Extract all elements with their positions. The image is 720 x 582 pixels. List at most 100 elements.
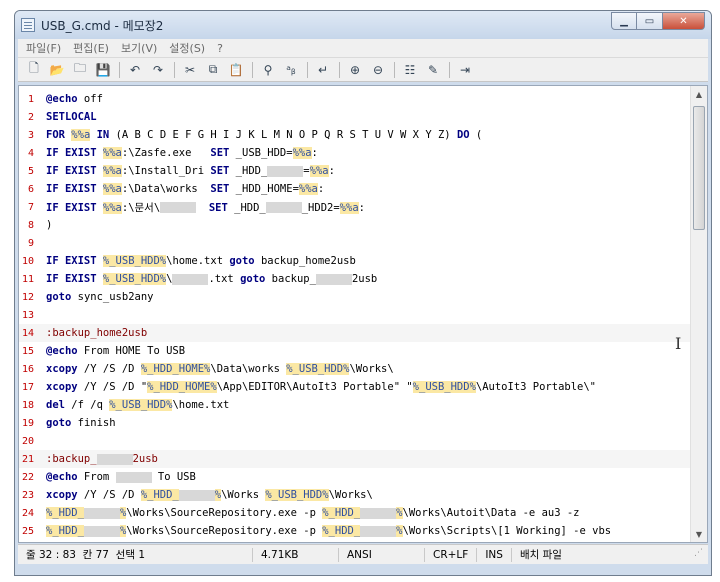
redacted-text <box>360 525 397 537</box>
variable-token: %%a <box>298 183 318 195</box>
redacted-text <box>83 525 120 537</box>
notepad-app-icon <box>21 18 35 32</box>
variable-token: %%a <box>102 147 122 159</box>
code-line[interactable]: 6 IF EXIST %%a:\Data\works SET _HDD_HOME=… <box>19 180 691 198</box>
open-folder-icon[interactable]: 📂 <box>47 61 67 79</box>
menu-file[interactable]: 파일(F) <box>26 40 61 56</box>
line-number: 3 <box>27 129 34 141</box>
redacted-text <box>267 165 304 177</box>
find-icon[interactable]: ⚲ <box>258 61 278 79</box>
code-line[interactable]: 19 goto finish <box>19 414 691 432</box>
new-file-icon[interactable]: 🗋 <box>24 61 44 79</box>
text-token: :\Zasfe.exe <box>121 147 211 159</box>
line-text: goto sync_usb2any <box>46 291 153 303</box>
code-line[interactable]: 25 %_HDD_ %\Works\SourceRepository.exe -p … <box>19 522 691 540</box>
text-token: \home.txt <box>172 399 230 411</box>
line-ending[interactable]: CR+LF <box>425 547 478 562</box>
scroll-up-icon[interactable]: ▲ <box>691 86 707 103</box>
line-number: 20 <box>21 435 34 447</box>
scroll-down-icon[interactable]: ▼ <box>691 526 707 542</box>
line-number: 18 <box>21 399 34 411</box>
text-token: \Works\SourceRepository.exe -p <box>126 507 323 519</box>
exit-icon[interactable]: ⇥ <box>455 61 475 79</box>
word-wrap-icon[interactable]: ↵ <box>313 61 333 79</box>
vertical-scrollbar[interactable]: ▲ ▼ <box>690 86 707 542</box>
file-type[interactable]: 배치 파일 <box>512 548 570 562</box>
variable-token: %_HDD_HOME% <box>147 381 217 393</box>
code-line[interactable]: 10 IF EXIST %_USB_HDD%\home.txt goto back… <box>19 252 691 270</box>
replace-icon[interactable]: ᵃᵦ <box>281 61 301 79</box>
variable-token: %_USB_HDD% <box>412 381 476 393</box>
resize-grip-icon[interactable]: ⋰ <box>694 548 708 562</box>
redo-icon[interactable]: ↷ <box>148 61 168 79</box>
encoding[interactable]: ANSI <box>339 547 425 562</box>
zoom-in-icon[interactable]: ⊕ <box>345 61 365 79</box>
redacted-text <box>115 471 152 483</box>
code-line[interactable]: 22 @echo From To USB <box>19 468 691 486</box>
variable-token: %_HDD_ <box>140 489 179 501</box>
variable-token: %_HDD_ <box>46 525 84 537</box>
code-line[interactable]: 7 IF EXIST %%a:\문서\ SET _HDD_ _HDD2=%%a: <box>19 198 691 216</box>
line-text: IF EXIST %%a:\Install_Dri SET _HDD_ =%%a: <box>46 165 335 177</box>
minimize-button[interactable]: ▁ <box>611 12 637 30</box>
line-text: ) <box>46 219 52 231</box>
text-token: ( <box>469 129 483 141</box>
text-token: = <box>303 165 310 177</box>
line-text: IF EXIST %_USB_HDD%\ .txt goto backup_ 2us… <box>46 273 377 285</box>
copy-icon[interactable]: ⧉ <box>203 61 223 79</box>
text-editor[interactable]: 1 @echo off 2 SETLOCAL 3 FOR %%a IN (A B C D … <box>18 85 708 543</box>
code-line[interactable]: 12 goto sync_usb2any <box>19 288 691 306</box>
text-token: :\Install_Dri <box>121 165 211 177</box>
code-line[interactable]: 5 IF EXIST %%a:\Install_Dri SET _HDD_ =%%a… <box>19 162 691 180</box>
scroll-thumb[interactable] <box>693 106 705 230</box>
menu-settings[interactable]: 설정(S) <box>169 40 205 56</box>
toolbar-separator <box>449 61 450 78</box>
text-token: /Y /S /D <box>77 489 141 501</box>
code-line[interactable]: 8) <box>19 216 691 234</box>
paste-icon[interactable]: 📋 <box>226 61 246 79</box>
line-number: 21 <box>21 453 34 465</box>
line-number: 25 <box>21 525 34 537</box>
code-line[interactable]: 20 <box>19 432 691 450</box>
code-line[interactable]: 17 xcopy /Y /S /D "%_HDD_HOME%\App\EDITOR… <box>19 378 691 396</box>
code-line[interactable]: 1 @echo off <box>19 90 691 108</box>
text-token: ) <box>46 219 53 231</box>
text-token: :\문서\ <box>121 201 161 214</box>
title-bar[interactable]: USB_G.cmd - 메모장2 ▁ ▭ ✕ <box>15 11 711 39</box>
code-line[interactable]: 11 IF EXIST %_USB_HDD%\ .txt goto backup_ 2… <box>19 270 691 288</box>
line-number: 23 <box>21 489 34 501</box>
variable-token: %_HDD_HOME% <box>140 363 211 375</box>
code-line[interactable]: 18 del /f /q %_USB_HDD%\home.txt <box>19 396 691 414</box>
code-line[interactable]: 23 xcopy /Y /S /D %_HDD_ %\Works %_USB_HDD… <box>19 486 691 504</box>
keyword-token: xcopy <box>46 363 78 375</box>
menu-view[interactable]: 보기(V) <box>121 40 157 56</box>
code-line[interactable]: 4 IF EXIST %%a:\Zasfe.exe SET _USB_HDD=%%… <box>19 144 691 162</box>
maximize-button[interactable]: ▭ <box>637 12 663 30</box>
settings-icon[interactable]: ☷ <box>400 61 420 79</box>
code-line[interactable]: 24 %_HDD_ %\Works\SourceRepository.exe -p … <box>19 504 691 522</box>
code-line[interactable]: 16 xcopy /Y /S /D %_HDD_HOME%\Data\works … <box>19 360 691 378</box>
cursor-position: 줄 32 : 83 <box>26 549 76 561</box>
menu-edit[interactable]: 편집(E) <box>73 40 109 56</box>
browse-icon[interactable]: 🗀 <box>70 61 90 79</box>
menu-help[interactable]: ? <box>217 42 223 55</box>
keyword-token: xcopy <box>46 381 78 393</box>
code-line[interactable]: 3 FOR %%a IN (A B C D E F G H I J K L M N… <box>19 126 691 144</box>
text-token: .txt <box>208 273 241 285</box>
cut-icon[interactable]: ✂ <box>180 61 200 79</box>
code-line[interactable]: 15 @echo From HOME To USB <box>19 342 691 360</box>
edit-icon[interactable]: ✎ <box>423 61 443 79</box>
save-icon[interactable]: 💾 <box>93 61 113 79</box>
zoom-out-icon[interactable]: ⊖ <box>368 61 388 79</box>
code-line[interactable]: 13 <box>19 306 691 324</box>
toolbar-separator <box>339 61 340 78</box>
code-line[interactable]: 21:backup_ 2usb <box>19 450 691 468</box>
code-line[interactable]: 9 <box>19 234 691 252</box>
close-button[interactable]: ✕ <box>663 12 705 30</box>
undo-icon[interactable]: ↶ <box>125 61 145 79</box>
code-line[interactable]: 14:backup_home2usb <box>19 324 691 342</box>
line-text: @echo From To USB <box>46 471 196 483</box>
code-line[interactable]: 2 SETLOCAL <box>19 108 691 126</box>
text-token: backup_ <box>265 273 316 285</box>
